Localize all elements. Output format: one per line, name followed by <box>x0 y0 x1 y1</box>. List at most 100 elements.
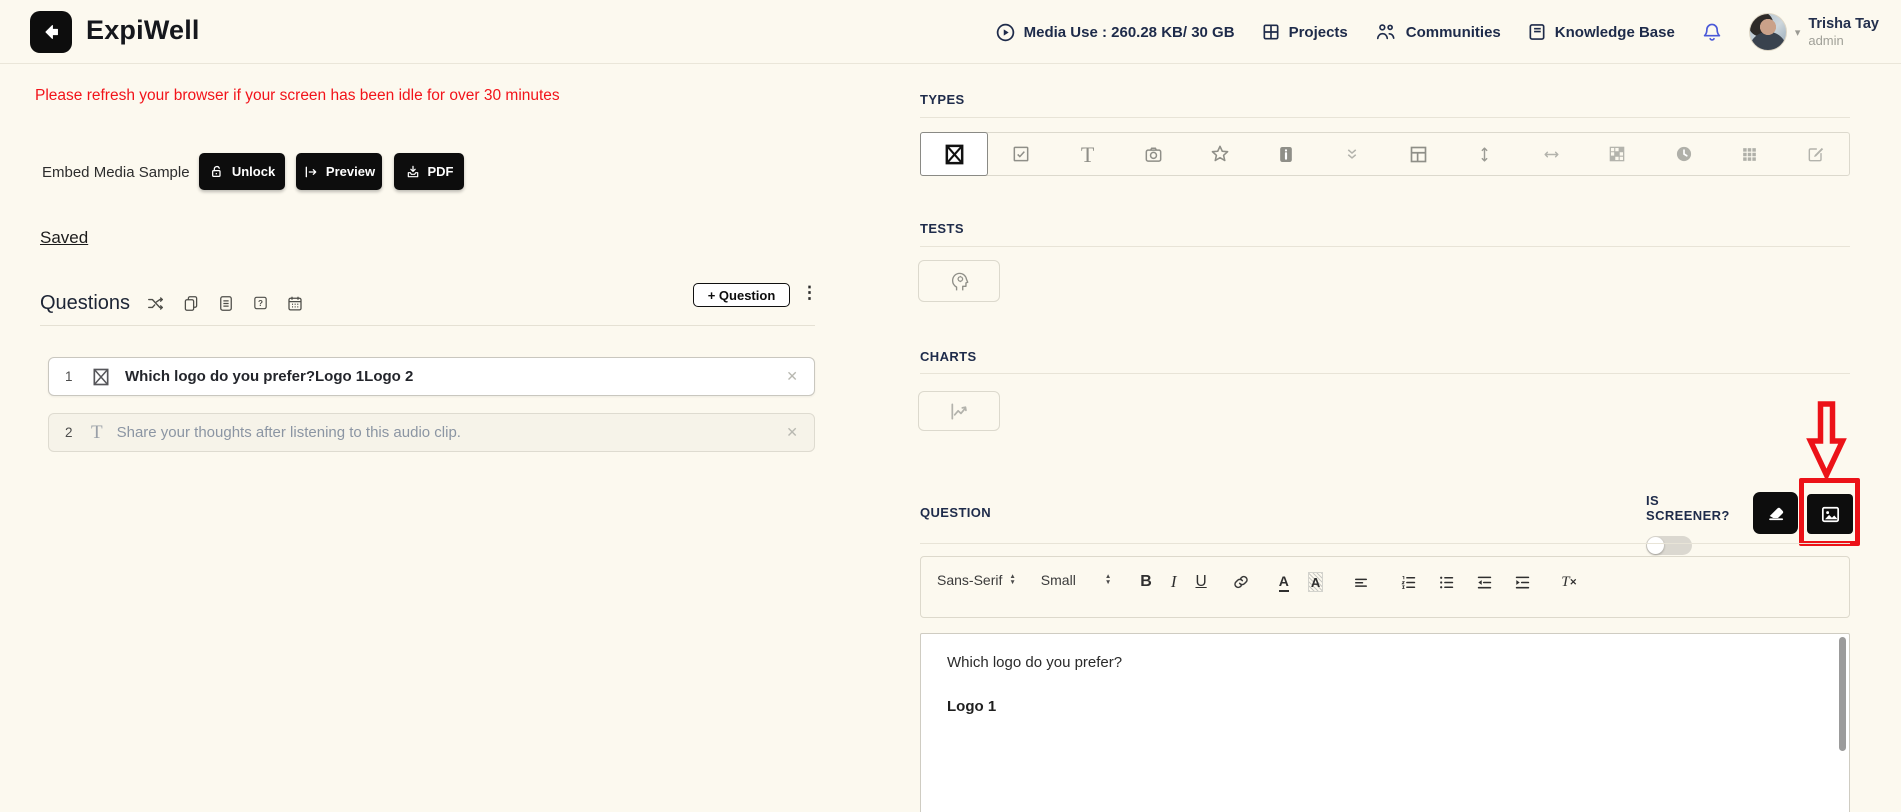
editor-text-line: Which logo do you prefer? <box>947 654 1123 671</box>
type-text-icon[interactable]: T <box>1054 133 1120 175</box>
shuffle-icon[interactable] <box>146 294 165 313</box>
italic-button[interactable]: I <box>1171 572 1177 592</box>
type-camera-icon[interactable] <box>1121 133 1187 175</box>
media-use-label: Media Use : 260.28 KB/ 30 GB <box>1023 23 1235 41</box>
pdf-button[interactable]: PDF <box>394 153 464 190</box>
arrow-left-icon <box>45 25 58 39</box>
nav-communities[interactable]: Communities <box>1374 21 1501 43</box>
select-arrows-icon: ▲ ▼ <box>1009 573 1016 586</box>
indent-button[interactable] <box>1513 572 1532 592</box>
type-clock-icon[interactable] <box>1650 133 1716 175</box>
close-icon[interactable]: ✕ <box>786 424 798 441</box>
type-checkbox-icon[interactable] <box>988 133 1054 175</box>
calendar-icon[interactable] <box>286 294 304 313</box>
rich-text-toolbar: Sans-Serif ▲ ▼ Small ▲ ▼ B I U A A T ✕ <box>920 556 1850 618</box>
notifications-bell-icon[interactable] <box>1701 22 1723 42</box>
align-icon <box>1355 578 1368 587</box>
erase-question-button[interactable] <box>1753 492 1798 534</box>
unlock-button[interactable]: Unlock <box>199 153 285 190</box>
idle-warning-text: Please refresh your browser if your scre… <box>35 87 560 104</box>
question-text: Share your thoughts after listening to t… <box>116 424 461 441</box>
type-edit-compose-icon[interactable] <box>1783 133 1849 175</box>
nav-projects-label: Projects <box>1288 23 1348 41</box>
user-avatar[interactable] <box>1748 13 1787 51</box>
cognitive-test-card[interactable] <box>918 260 1000 302</box>
duplicate-icon[interactable] <box>182 294 200 313</box>
font-family-select[interactable]: Sans-Serif ▲ ▼ <box>937 572 1016 588</box>
nav-knowledge-base[interactable]: Knowledge Base <box>1527 22 1675 42</box>
line-chart-icon <box>950 402 967 420</box>
link-button[interactable] <box>1232 572 1250 592</box>
editor-scrollbar[interactable] <box>1839 637 1846 751</box>
survey-title: Embed Media Sample <box>42 164 190 181</box>
insert-image-icon <box>1821 506 1839 522</box>
type-vertical-arrows-icon[interactable] <box>1452 133 1518 175</box>
type-matrix-grid-icon[interactable] <box>1584 133 1650 175</box>
pdf-download-icon <box>407 165 418 177</box>
nav-projects[interactable]: Projects <box>1261 22 1348 42</box>
projects-grid-icon <box>1263 24 1279 40</box>
text-color-button[interactable]: A <box>1278 572 1289 592</box>
nav-communities-label: Communities <box>1405 23 1501 41</box>
is-screener-toggle[interactable] <box>1646 536 1692 555</box>
ordered-list-icon <box>1401 575 1416 589</box>
highlight-color-button[interactable]: A <box>1307 572 1324 592</box>
knowledge-base-book-icon <box>1529 24 1545 40</box>
svg-text:?: ? <box>258 299 263 308</box>
play-circle-icon <box>996 23 1014 41</box>
question-number: 1 <box>65 369 73 384</box>
outdent-button[interactable] <box>1475 572 1494 592</box>
type-info-icon[interactable] <box>1253 133 1319 175</box>
question-types-row: T <box>920 132 1850 176</box>
brand-logo-text[interactable]: ExpiWell <box>86 15 200 46</box>
preview-arrow-icon <box>305 166 317 177</box>
help-icon[interactable]: ? <box>252 294 269 312</box>
question-list-item-1[interactable]: 1 Which logo do you prefer?Logo 1Logo 2 … <box>48 357 815 396</box>
question-rich-text-editor[interactable]: Which logo do you prefer? Logo 1 <box>920 633 1850 812</box>
back-button[interactable] <box>30 11 72 53</box>
type-star-icon[interactable] <box>1187 133 1253 175</box>
bold-button[interactable]: B <box>1140 572 1152 592</box>
indent-icon <box>1515 576 1530 588</box>
document-list-icon[interactable] <box>217 294 235 313</box>
is-screener-label: IS SCREENER? <box>1646 493 1730 523</box>
type-image-placeholder-icon[interactable] <box>920 132 989 176</box>
more-menu-icon[interactable]: ⋮ <box>801 283 818 303</box>
preview-label: Preview <box>325 164 376 179</box>
user-name: Trisha Tay <box>1808 16 1879 32</box>
media-use-indicator: Media Use : 260.28 KB/ 30 GB <box>995 22 1235 43</box>
pdf-label: PDF <box>427 164 454 179</box>
questions-divider <box>40 325 815 326</box>
add-question-button[interactable]: + Question <box>693 283 790 307</box>
question-text: Which logo do you prefer?Logo 1Logo 2 <box>125 368 414 385</box>
font-size-value: Small <box>1040 572 1076 588</box>
annotation-arrow-icon <box>1806 401 1847 480</box>
user-role: admin <box>1808 33 1844 48</box>
type-horizontal-arrows-icon[interactable] <box>1518 133 1584 175</box>
insert-image-button[interactable] <box>1807 494 1853 534</box>
font-size-select[interactable]: Small ▲ ▼ <box>1041 572 1111 588</box>
preview-button[interactable]: Preview <box>296 153 382 190</box>
saved-link[interactable]: Saved <box>40 228 88 248</box>
clear-formatting-button[interactable]: T ✕ <box>1561 572 1577 592</box>
toggle-knob <box>1647 537 1664 554</box>
user-menu[interactable]: ▾ Trisha Tay admin <box>1748 13 1879 51</box>
type-grid-dots-icon[interactable] <box>1717 133 1783 175</box>
underline-button[interactable]: U <box>1195 572 1206 592</box>
question-section-label: QUESTION <box>920 505 992 520</box>
close-icon[interactable]: ✕ <box>786 368 798 385</box>
bullet-list-button[interactable] <box>1437 572 1456 592</box>
select-arrows-icon: ▲ ▼ <box>1104 573 1112 586</box>
ordered-list-button[interactable] <box>1399 572 1418 592</box>
type-layout-icon[interactable] <box>1386 133 1452 175</box>
question-list-item-2[interactable]: 2 T Share your thoughts after listening … <box>48 413 815 452</box>
communities-people-icon <box>1376 24 1395 40</box>
font-family-value: Sans-Serif <box>937 572 1003 588</box>
outdent-icon <box>1477 576 1492 588</box>
line-chart-card[interactable] <box>918 391 1000 431</box>
tests-section-label: TESTS <box>920 221 964 236</box>
align-button[interactable] <box>1352 572 1370 592</box>
bullet-list-icon <box>1440 576 1454 588</box>
type-dropdown-chevrons-icon[interactable] <box>1319 133 1385 175</box>
link-icon <box>1233 575 1248 589</box>
